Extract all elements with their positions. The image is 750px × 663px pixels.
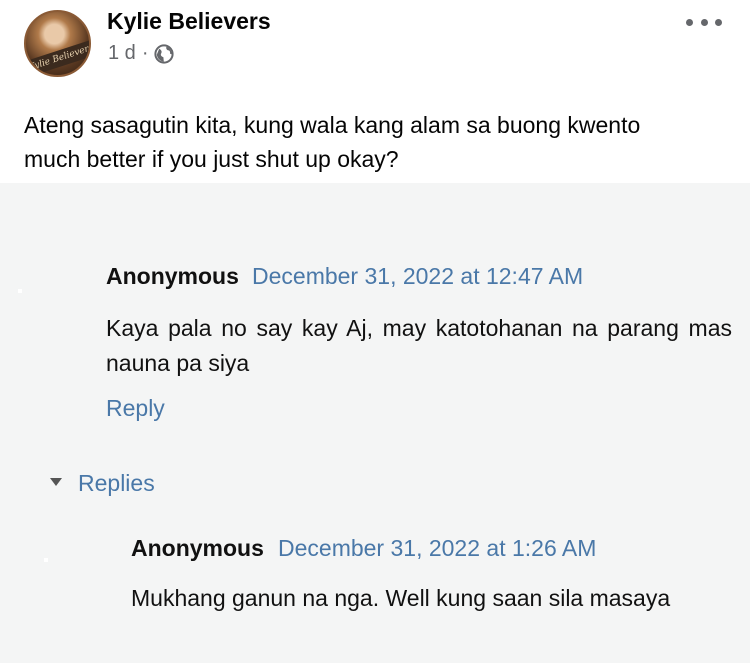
post-time[interactable]: 1 d	[108, 42, 136, 65]
more-options-icon[interactable]	[686, 8, 722, 36]
embedded-comments-screenshot: Anonymous December 31, 2022 at 12:47 AM …	[0, 183, 750, 663]
reply-body: Mukhang ganun na nga. Well kung saan sil…	[131, 585, 671, 611]
replies-label: Replies	[78, 470, 155, 496]
avatar-watermark: Kylie Believers	[26, 37, 89, 75]
post-caption: Ateng sasagutin kita, kung wala kang ala…	[24, 108, 734, 176]
triangle-down-icon	[50, 477, 62, 486]
replies-toggle[interactable]: Replies	[50, 470, 155, 497]
reply-date-link[interactable]: December 31, 2022 at 1:26 AM	[278, 535, 596, 562]
caption-line: Ateng sasagutin kita, kung wala kang ala…	[24, 112, 641, 138]
meta-separator: ·	[141, 42, 149, 64]
avatar[interactable]: Kylie Believers	[24, 10, 91, 77]
comment-bullet	[18, 289, 22, 293]
more-dot	[700, 18, 708, 26]
globe-icon	[154, 43, 175, 64]
post-header: Kylie Believers Kylie Believers 1 d ·	[0, 0, 750, 95]
comment-date-link[interactable]: December 31, 2022 at 12:47 AM	[252, 263, 583, 290]
comment-body: Kaya pala no say kay Aj, may katotohanan…	[106, 315, 732, 376]
comment-author: Anonymous	[106, 263, 239, 289]
post-meta: 1 d ·	[108, 42, 175, 65]
more-dot	[715, 18, 722, 26]
caption-line: much better if you just shut up okay?	[24, 146, 399, 172]
reply-author: Anonymous	[131, 535, 264, 561]
reply-link[interactable]: Reply	[106, 395, 165, 422]
post-author[interactable]: Kylie Believers	[107, 8, 271, 35]
reply-bullet	[44, 558, 48, 562]
more-dot	[686, 18, 693, 26]
